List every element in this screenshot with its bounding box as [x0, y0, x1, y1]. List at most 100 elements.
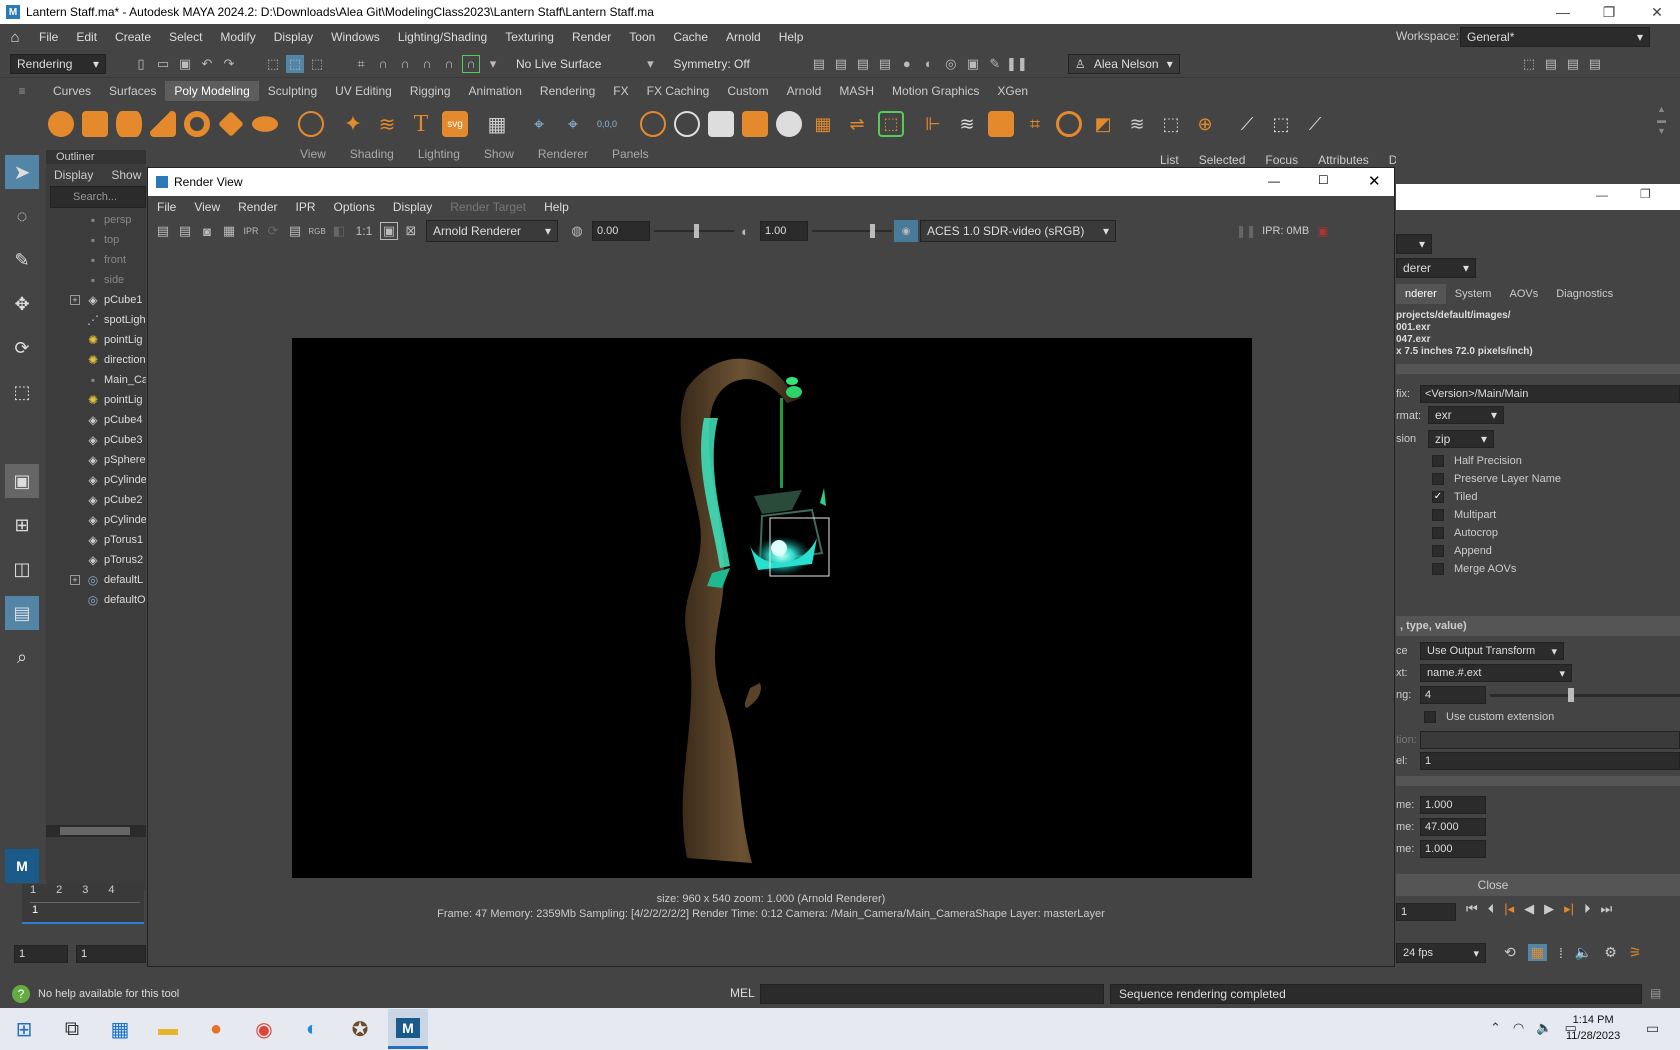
script-editor-icon[interactable]: ▤: [1650, 986, 1661, 1000]
boolean-icon[interactable]: [742, 111, 768, 137]
outliner-item[interactable]: + ◈ pCube1: [46, 290, 146, 310]
select-hierarchy-icon[interactable]: ⬚: [264, 55, 282, 73]
menu-help[interactable]: Help: [770, 30, 813, 44]
outliner-item[interactable]: ◈ pCube2: [46, 490, 146, 510]
keep-image-icon[interactable]: ▣: [380, 222, 398, 240]
detach-icon[interactable]: ⬚: [1158, 111, 1184, 137]
extrude-icon[interactable]: ⬚: [878, 111, 904, 137]
multi-cut-icon[interactable]: ⟋: [1234, 111, 1260, 137]
poly-plane-icon[interactable]: [218, 111, 244, 137]
poly-cube-icon[interactable]: [82, 111, 108, 137]
exposure-slider-thumb[interactable]: [694, 224, 699, 238]
poly-cylinder-icon[interactable]: [116, 111, 142, 137]
render-image[interactable]: [292, 338, 1252, 878]
viewport-menu-show[interactable]: Show: [484, 147, 514, 161]
shelf-tab-rendering[interactable]: Rendering: [531, 81, 604, 101]
new-scene-icon[interactable]: ▯: [132, 55, 150, 73]
key-mode-icon[interactable]: ▦: [1527, 944, 1547, 961]
exposure-icon[interactable]: ◍: [568, 222, 586, 240]
next-key-icon[interactable]: ▸|: [1564, 901, 1574, 917]
image-format-dropdown[interactable]: exr ▾: [1428, 406, 1504, 424]
aov-section-header[interactable]: , type, value): [1396, 616, 1680, 636]
checkbox[interactable]: [1432, 545, 1444, 557]
search-icon[interactable]: ⌕: [5, 640, 39, 674]
maximize-button[interactable]: ❐: [1640, 187, 1651, 201]
rgb-channels-icon[interactable]: RGB: [308, 222, 326, 240]
outliner-item[interactable]: + ◎ defaultL: [46, 570, 146, 590]
shelf-menu-icon[interactable]: ≡: [0, 84, 44, 98]
render-region-icon[interactable]: ▤: [176, 222, 194, 240]
maximize-button[interactable]: ☐: [1318, 173, 1329, 187]
redo-previous-render-icon[interactable]: ▤: [154, 222, 172, 240]
collapse-icon[interactable]: ◩: [1090, 111, 1116, 137]
checkbox-row[interactable]: Half Precision: [1432, 452, 1561, 470]
channel-box-menu-selected[interactable]: Selected: [1199, 153, 1246, 167]
attribute-editor-toggle-icon[interactable]: ▤: [1542, 55, 1560, 73]
render-view-menu-help[interactable]: Help: [535, 200, 578, 214]
task-view-icon[interactable]: ⧉: [52, 1009, 92, 1049]
mel-toggle[interactable]: MEL: [730, 986, 755, 1000]
refresh-ipr-icon[interactable]: ⟳: [264, 222, 282, 240]
level-field[interactable]: 1: [1420, 752, 1680, 770]
menu-cache[interactable]: Cache: [664, 30, 717, 44]
by-frame-field[interactable]: 1.000: [1420, 840, 1486, 858]
menu-texturing[interactable]: Texturing: [496, 30, 563, 44]
poly-sphere-icon[interactable]: [48, 111, 74, 137]
outliner-item[interactable]: ▪ front: [46, 250, 146, 270]
fps-dropdown[interactable]: 24 fps ▾: [1396, 943, 1486, 963]
merge-icon[interactable]: ⊕: [1192, 111, 1218, 137]
super-shape-icon[interactable]: ✦: [340, 111, 366, 137]
checkbox[interactable]: [1432, 473, 1444, 485]
undo-icon[interactable]: ↶: [198, 55, 216, 73]
scrollbar-thumb[interactable]: [60, 827, 130, 835]
display-rgb-icon[interactable]: ▤: [286, 222, 304, 240]
close-render-view-button[interactable]: ✕: [1368, 172, 1381, 190]
menu-toon[interactable]: Toon: [620, 30, 664, 44]
outliner-item[interactable]: ◈ pCylinde: [46, 510, 146, 530]
play-forwards-icon[interactable]: ▶: [1544, 901, 1554, 917]
checkbox-row[interactable]: Autocrop: [1432, 524, 1561, 542]
viewport-menu-shading[interactable]: Shading: [350, 147, 394, 161]
distance-tool-icon[interactable]: ⌖: [560, 111, 586, 137]
gamma-icon[interactable]: ◐: [736, 222, 754, 240]
smooth-icon[interactable]: [708, 111, 734, 137]
chrome-icon[interactable]: ◉: [244, 1009, 284, 1049]
append-poly-icon[interactable]: ≋: [954, 111, 980, 137]
outliner-item[interactable]: ◈ pTorus2: [46, 550, 146, 570]
checkbox-row[interactable]: ✓ Tiled: [1432, 488, 1561, 506]
shelf-tab-curves[interactable]: Curves: [44, 81, 100, 101]
viewport-menu-lighting[interactable]: Lighting: [418, 147, 460, 161]
checkbox[interactable]: [1432, 527, 1444, 539]
checkbox[interactable]: [1432, 509, 1444, 521]
fill-hole-icon[interactable]: ⇌: [844, 111, 870, 137]
outliner-menu-show[interactable]: Show: [111, 168, 141, 182]
viewport-menu-view[interactable]: View: [300, 147, 326, 161]
chevron-down-icon[interactable]: ▾: [484, 55, 502, 73]
outliner-item[interactable]: ◈ pCube3: [46, 430, 146, 450]
separate-icon[interactable]: [674, 111, 700, 137]
current-frame-field[interactable]: 1: [1396, 903, 1456, 921]
outliner-item[interactable]: ✺ pointLig: [46, 330, 146, 350]
anim-prefs-icon[interactable]: ⚙: [1604, 944, 1617, 961]
outliner-item[interactable]: ◈ pSphere: [46, 450, 146, 470]
game-app-icon[interactable]: ✪: [340, 1009, 380, 1049]
render-layer-dropdown[interactable]: ▾: [1396, 234, 1432, 254]
user-account-button[interactable]: ♙ Alea Nelson ▾: [1067, 53, 1180, 74]
arnold-snapshot-icon[interactable]: ✎: [986, 55, 1004, 73]
checkbox-row[interactable]: Merge AOVs: [1432, 560, 1561, 578]
file-prefix-field[interactable]: <Version>/Main/Main: [1420, 385, 1680, 403]
menu-create[interactable]: Create: [106, 30, 160, 44]
bridge-edge-icon[interactable]: ⌗: [1022, 111, 1048, 137]
snap-surface-icon[interactable]: ∩: [440, 55, 458, 73]
render-sequence-icon[interactable]: ▤: [832, 55, 850, 73]
lasso-tool-icon[interactable]: ◌: [5, 199, 39, 233]
outliner-item[interactable]: ◈ pCube4: [46, 410, 146, 430]
timeline-track[interactable]: [30, 902, 140, 916]
color-space-dropdown[interactable]: Use Output Transform ▾: [1420, 642, 1564, 660]
shelf-tab-animation[interactable]: Animation: [460, 81, 531, 101]
text-tool-icon[interactable]: T: [408, 111, 434, 137]
shelf-tab-mash[interactable]: MASH: [830, 81, 883, 101]
outliner-item[interactable]: ▪ top: [46, 230, 146, 250]
channel-box-menu-list[interactable]: List: [1160, 153, 1179, 167]
checkbox-row[interactable]: Multipart: [1432, 506, 1561, 524]
